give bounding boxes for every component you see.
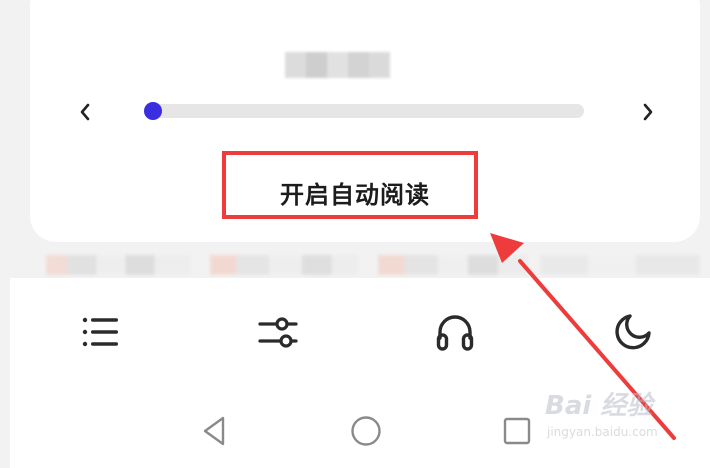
annotation-highlight-box bbox=[222, 151, 478, 219]
settings-button[interactable] bbox=[256, 312, 300, 352]
chevron-left-icon bbox=[80, 103, 90, 121]
watermark-url-text: jingyan.baidu.com bbox=[547, 425, 658, 439]
chevron-right-icon bbox=[643, 103, 653, 121]
progress-slider-thumb[interactable] bbox=[144, 102, 162, 120]
blurred-text-1 bbox=[46, 255, 191, 275]
system-home-button[interactable] bbox=[348, 413, 384, 449]
catalog-button[interactable] bbox=[78, 312, 122, 352]
listen-button[interactable] bbox=[433, 312, 477, 352]
system-back-button[interactable] bbox=[196, 413, 232, 449]
previous-chapter-button[interactable] bbox=[73, 98, 97, 126]
reader-screen: 开启自动阅读 Bai 经验 jingyan.baidu.com bbox=[0, 0, 710, 468]
home-circle-icon bbox=[351, 416, 381, 446]
next-chapter-button[interactable] bbox=[636, 98, 660, 126]
baidu-jingyan-watermark: Bai 经验 jingyan.baidu.com bbox=[545, 385, 705, 455]
sliders-icon bbox=[258, 317, 298, 348]
list-icon bbox=[82, 317, 118, 347]
back-triangle-icon bbox=[203, 416, 225, 446]
chapter-progress-slider[interactable] bbox=[146, 104, 584, 118]
watermark-main-text: Bai 经验 bbox=[545, 391, 653, 421]
chapter-title-blurred bbox=[285, 52, 390, 78]
blurred-text-2 bbox=[210, 255, 358, 275]
headphones-icon bbox=[436, 315, 474, 351]
